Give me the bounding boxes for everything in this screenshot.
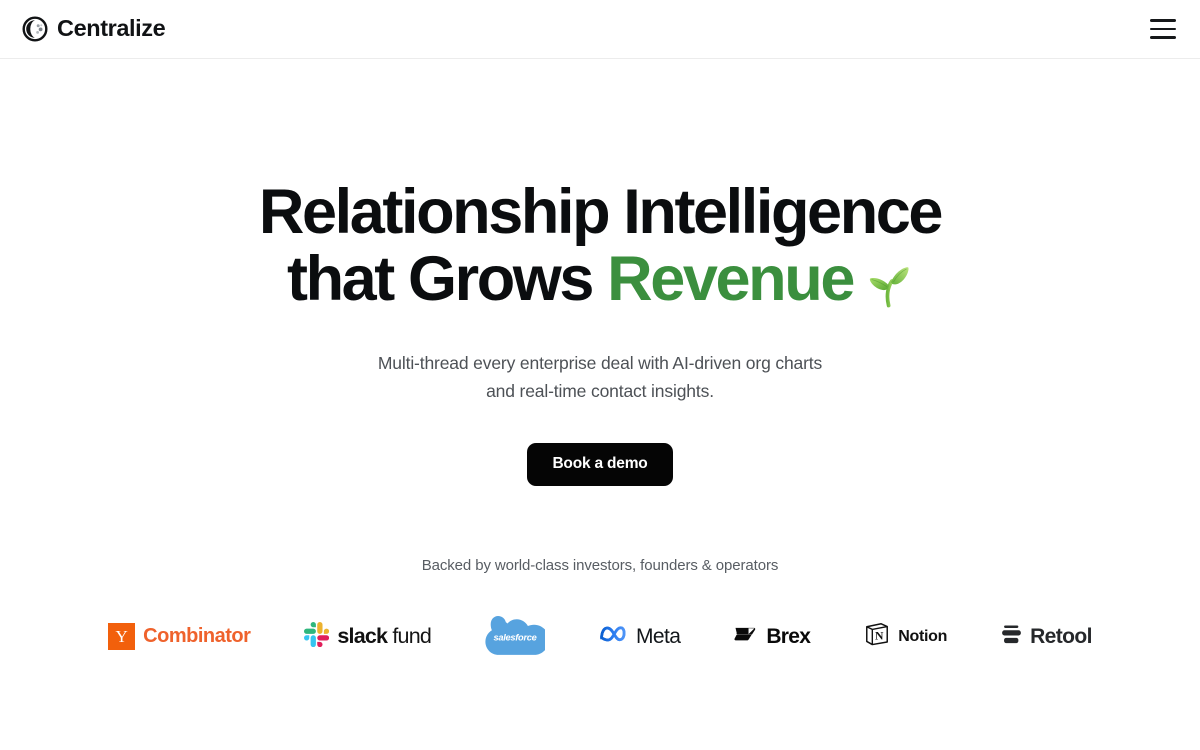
book-a-demo-button[interactable]: Book a demo xyxy=(527,442,673,486)
logo-meta[interactable]: Meta xyxy=(572,619,707,655)
logo-slack-fund[interactable]: slack fund xyxy=(277,619,458,655)
headline-line-2-plain: that Grows xyxy=(287,244,608,315)
logo-label-meta: Meta xyxy=(636,624,681,648)
logo-y-combinator[interactable]: Y Combinator xyxy=(81,619,277,655)
slack-word-light: fund xyxy=(392,624,432,649)
page-title: Relationship Intelligence that Grows Rev… xyxy=(258,177,944,315)
hero-subtitle: Multi-thread every enterprise deal with … xyxy=(378,349,822,406)
hamburger-menu-icon[interactable] xyxy=(1146,12,1180,46)
centralize-globe-icon xyxy=(22,16,48,42)
subtitle-line-1: Multi-thread every enterprise deal with … xyxy=(377,352,823,373)
logo-label-retool: Retool xyxy=(1030,624,1092,648)
brand-name: Centralize xyxy=(57,15,166,42)
logo-label-notion: Notion xyxy=(898,627,948,645)
notion-cube-icon: N xyxy=(864,621,890,652)
subtitle-line-2: and real-time contact insights. xyxy=(486,381,714,402)
logo-label-brex: Brex xyxy=(766,624,811,648)
menu-bar-3 xyxy=(1150,36,1176,39)
menu-bar-1 xyxy=(1150,19,1176,22)
social-proof-caption: Backed by world-class investors, founder… xyxy=(421,556,779,574)
investor-logo-strip: Y Combinator slack fund salesforce Meta … xyxy=(0,616,1200,657)
slack-hash-icon xyxy=(304,621,330,652)
logo-salesforce[interactable]: salesforce xyxy=(458,616,572,657)
brand-logo-link[interactable]: Centralize xyxy=(22,15,166,42)
salesforce-cloud-icon: salesforce xyxy=(485,616,550,657)
retool-bars-icon xyxy=(1001,624,1022,650)
slack-word-bold: slack xyxy=(337,624,388,649)
site-header: Centralize xyxy=(0,0,1200,59)
brex-mark-icon xyxy=(734,625,758,649)
headline-line-2-accent: Revenue xyxy=(607,244,855,315)
svg-text:salesforce: salesforce xyxy=(494,633,537,643)
logo-retool[interactable]: Retool xyxy=(974,619,1119,655)
meta-infinity-icon xyxy=(599,624,628,649)
logo-notion[interactable]: N Notion xyxy=(837,619,974,655)
yc-square-icon: Y xyxy=(108,623,136,651)
logo-label-y-combinator: Combinator xyxy=(143,625,251,648)
logo-brex[interactable]: Brex xyxy=(707,619,837,655)
logo-label-slack-fund: slack fund xyxy=(337,624,431,649)
hero-section: Relationship Intelligence that Grows Rev… xyxy=(0,59,1200,750)
svg-text:N: N xyxy=(875,630,884,643)
seedling-emoji xyxy=(861,260,913,314)
menu-bar-2 xyxy=(1150,27,1176,31)
headline-line-1: Relationship Intelligence xyxy=(258,177,944,247)
